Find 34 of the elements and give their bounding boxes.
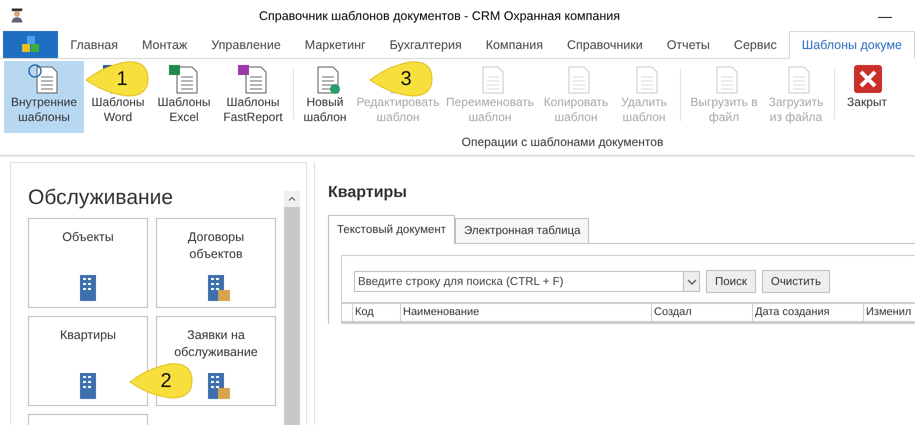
group-label: Операции с шаблонами документов — [460, 134, 664, 149]
column-header[interactable]: Дата создания — [753, 304, 864, 321]
sidebar-tile[interactable]: Объекты — [28, 218, 148, 308]
ribbon-button[interactable]: Новый шаблон — [296, 61, 354, 133]
ribbon-tab[interactable]: Отчеты — [654, 31, 722, 58]
search-button[interactable]: Поиск — [706, 270, 756, 293]
ribbon-tab[interactable]: Компания — [474, 31, 555, 58]
ribbon-tab[interactable]: Сервис — [722, 31, 789, 58]
ribbon-tab[interactable]: Шаблоны докуме — [788, 31, 915, 59]
search-field[interactable]: Введите строку для поиска (CTRL + F) — [354, 271, 683, 292]
ribbon-button[interactable]: Закрыт — [837, 61, 897, 133]
ribbon-tab[interactable]: Бухгалтерия — [378, 31, 474, 58]
sidebar-tile[interactable]: Квартиры — [28, 316, 148, 406]
search-button[interactable]: Очистить — [762, 270, 830, 293]
ribbon-tab[interactable]: Управление — [199, 31, 293, 58]
sidebar-title: Обслуживание — [28, 185, 174, 211]
section-title: Квартиры — [328, 183, 408, 203]
ribbon-tab[interactable]: Справочники — [554, 31, 655, 58]
column-header[interactable]: Наименование — [401, 304, 652, 321]
ribbon-button[interactable]: Шаблоны Excel — [152, 61, 216, 133]
sidebar-tile[interactable]: Договоры объектов — [156, 218, 276, 308]
minimize-button[interactable]: — — [855, 6, 915, 24]
column-header[interactable]: Создал — [652, 304, 753, 321]
ribbon-tab[interactable]: Главная — [58, 31, 130, 58]
column-header[interactable]: Код — [353, 304, 401, 321]
ribbon-tab[interactable]: Монтаж — [130, 31, 200, 58]
document-tab[interactable]: Текстовый документ — [328, 215, 456, 244]
ribbon-button[interactable]: Внутренние шаблоны — [4, 61, 84, 133]
document-tab[interactable]: Электронная таблица — [455, 218, 590, 243]
callout-tooltip: 2 — [128, 362, 194, 400]
window-title: Справочник шаблонов документов - CRM Охранная компания — [258, 8, 622, 22]
column-header[interactable]: Изменил — [864, 304, 915, 321]
ribbon-tab[interactable]: Маркетинг — [292, 31, 378, 58]
ribbon-button[interactable]: Шаблоны FastReport — [218, 61, 288, 133]
